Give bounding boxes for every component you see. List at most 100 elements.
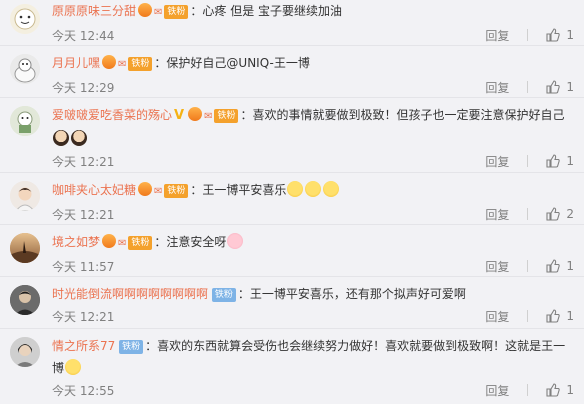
username-link[interactable]: 情之所系77 (52, 339, 115, 353)
cartoon-face-emoji-icon (71, 130, 87, 146)
timestamp: 今天 12:21 (52, 154, 115, 169)
verified-mark: V (174, 108, 185, 123)
comment-item: 爱啵啵爱吃香菜的殇心 V ✉ 铁粉 ：喜欢的事情就要做到极致！但孩子也一定要注意保护好自… (0, 98, 584, 173)
thumbs-up-icon (546, 207, 561, 221)
comment-meta: 今天 11:57 回复 1 (52, 255, 574, 277)
ticket-icon: ✉ (204, 111, 213, 122)
comment-meta: 今天 12:55 回复 1 (52, 379, 574, 401)
laughing-emoji-icon (287, 181, 304, 197)
avatar[interactable] (10, 233, 40, 263)
like-count: 1 (566, 28, 574, 42)
reply-button[interactable]: 回复 (485, 27, 509, 44)
fan-badge[interactable]: 铁粉 (214, 109, 239, 123)
avatar[interactable] (10, 285, 40, 315)
thumbs-up-icon (546, 80, 561, 94)
vip-icon (102, 55, 117, 69)
username-link[interactable]: 境之如梦 (52, 235, 100, 249)
comment-meta: 今天 12:44 回复 1 (52, 24, 574, 46)
fan-badge[interactable]: 铁粉 (211, 288, 236, 302)
laughing-emoji-icon (323, 181, 340, 197)
like-count: 1 (566, 80, 574, 94)
comment-item: 境之如梦 ✉ 铁粉 ：注意安全呀 今天 11:57 回复 1 (0, 225, 584, 277)
like-count: 1 (566, 154, 574, 168)
comment-item: 情之所系77 铁粉 ：喜欢的东西就算会受伤也会继续努力做好！喜欢就要做到极致啊！这… (0, 329, 584, 401)
comment-text-line: 月月儿嘿 ✉ 铁粉 ：保护好自己@UNIQ-王一博 (52, 52, 574, 76)
thumbs-up-icon (546, 154, 561, 168)
username-link[interactable]: 时光能倒流啊啊啊啊啊啊啊啊 (52, 287, 208, 301)
ticket-icon: ✉ (118, 59, 127, 70)
comment-text-line: 情之所系77 铁粉 ：喜欢的东西就算会受伤也会继续努力做好！喜欢就要做到极致啊！这… (52, 335, 574, 379)
like-count: 2 (566, 207, 574, 221)
like-button[interactable]: 1 (546, 309, 574, 323)
like-count: 1 (566, 309, 574, 323)
fan-badge[interactable]: 铁粉 (128, 57, 153, 71)
like-count: 1 (566, 259, 574, 273)
divider (527, 208, 529, 220)
divider (527, 260, 529, 272)
comment-meta: 今天 12:29 回复 1 (52, 76, 574, 98)
avatar[interactable] (10, 181, 40, 211)
comment-meta: 今天 12:21 回复 2 (52, 203, 574, 225)
username-link[interactable]: 原原原味三分甜 (52, 4, 136, 18)
username-link[interactable]: 爱啵啵爱吃香菜的殇心 (52, 108, 172, 122)
reply-button[interactable]: 回复 (485, 79, 509, 96)
comment-item: 原原原味三分甜 ✉ 铁粉 ：心疼 但是 宝子要继续加油 今天 12:44 回复 1 (0, 0, 584, 46)
timestamp: 今天 11:57 (52, 259, 115, 274)
comment-text-line: 爱啵啵爱吃香菜的殇心 V ✉ 铁粉 ：喜欢的事情就要做到极致！但孩子也一定要注意保护好自… (52, 104, 574, 150)
divider (527, 384, 529, 396)
comment-text-line: 时光能倒流啊啊啊啊啊啊啊啊 铁粉 ：王一博平安喜乐，还有那个拟声好可爱啊 (52, 283, 574, 305)
ticket-icon: ✉ (154, 7, 163, 18)
comment-text-line: 原原原味三分甜 ✉ 铁粉 ：心疼 但是 宝子要继续加油 (52, 0, 574, 24)
divider (527, 155, 529, 167)
fan-badge[interactable]: 铁粉 (164, 5, 189, 19)
comment-item: 咖啡夹心太妃糖 ✉ 铁粉 ：王一博平安喜乐 今天 12:21 回复 2 (0, 173, 584, 225)
comment-meta: 今天 12:21 回复 1 (52, 150, 574, 172)
thumbs-up-icon (546, 259, 561, 273)
username-link[interactable]: 月月儿嘿 (52, 56, 100, 70)
ticket-icon: ✉ (154, 186, 163, 197)
comment-text: ：注意安全呀 (154, 235, 227, 249)
comment-item: 时光能倒流啊啊啊啊啊啊啊啊 铁粉 ：王一博平安喜乐，还有那个拟声好可爱啊 今天 1… (0, 277, 584, 329)
reply-button[interactable]: 回复 (485, 382, 509, 399)
timestamp: 今天 12:55 (52, 383, 115, 398)
comment-text: ：王一博平安喜乐，还有那个拟声好可爱啊 (237, 287, 466, 301)
vip-icon (138, 182, 153, 196)
avatar[interactable] (10, 106, 40, 136)
vip-icon (102, 234, 117, 248)
divider (527, 310, 529, 322)
fan-badge[interactable]: 铁粉 (164, 184, 189, 198)
reply-button[interactable]: 回复 (485, 206, 509, 223)
reply-button[interactable]: 回复 (485, 153, 509, 170)
comment-text: ：王一博平安喜乐 (190, 183, 287, 197)
username-link[interactable]: 咖啡夹心太妃糖 (52, 183, 136, 197)
divider (527, 81, 529, 93)
like-button[interactable]: 1 (546, 154, 574, 168)
comment-item: 月月儿嘿 ✉ 铁粉 ：保护好自己@UNIQ-王一博 今天 12:29 回复 1 (0, 46, 584, 98)
ticket-icon: ✉ (118, 238, 127, 249)
avatar[interactable] (10, 4, 40, 34)
comment-text: ：喜欢的事情就要做到极致！但孩子也一定要注意保护好自己 (240, 108, 565, 122)
like-button[interactable]: 1 (546, 383, 574, 397)
comment-text-line: 境之如梦 ✉ 铁粉 ：注意安全呀 (52, 231, 574, 255)
like-button[interactable]: 1 (546, 80, 574, 94)
fan-badge[interactable]: 铁粉 (119, 340, 144, 354)
reply-button[interactable]: 回复 (485, 258, 509, 275)
avatar[interactable] (10, 337, 40, 367)
shy-emoji-icon (65, 359, 82, 375)
reply-button[interactable]: 回复 (485, 308, 509, 325)
like-button[interactable]: 1 (546, 259, 574, 273)
like-button[interactable]: 2 (546, 207, 574, 221)
comment-list: 原原原味三分甜 ✉ 铁粉 ：心疼 但是 宝子要继续加油 今天 12:44 回复 1 月… (0, 0, 584, 404)
comment-meta: 今天 12:21 回复 1 (52, 305, 574, 327)
laughing-emoji-icon (305, 181, 322, 197)
thumbs-up-icon (546, 309, 561, 323)
like-button[interactable]: 1 (546, 28, 574, 42)
timestamp: 今天 12:29 (52, 80, 115, 95)
vip-icon (138, 3, 153, 17)
timestamp: 今天 12:21 (52, 207, 115, 222)
vip-icon (188, 107, 203, 121)
avatar[interactable] (10, 54, 40, 84)
comment-text-line: 咖啡夹心太妃糖 ✉ 铁粉 ：王一博平安喜乐 (52, 179, 574, 203)
fan-badge[interactable]: 铁粉 (128, 236, 153, 250)
cartoon-face-emoji-icon (53, 130, 69, 146)
